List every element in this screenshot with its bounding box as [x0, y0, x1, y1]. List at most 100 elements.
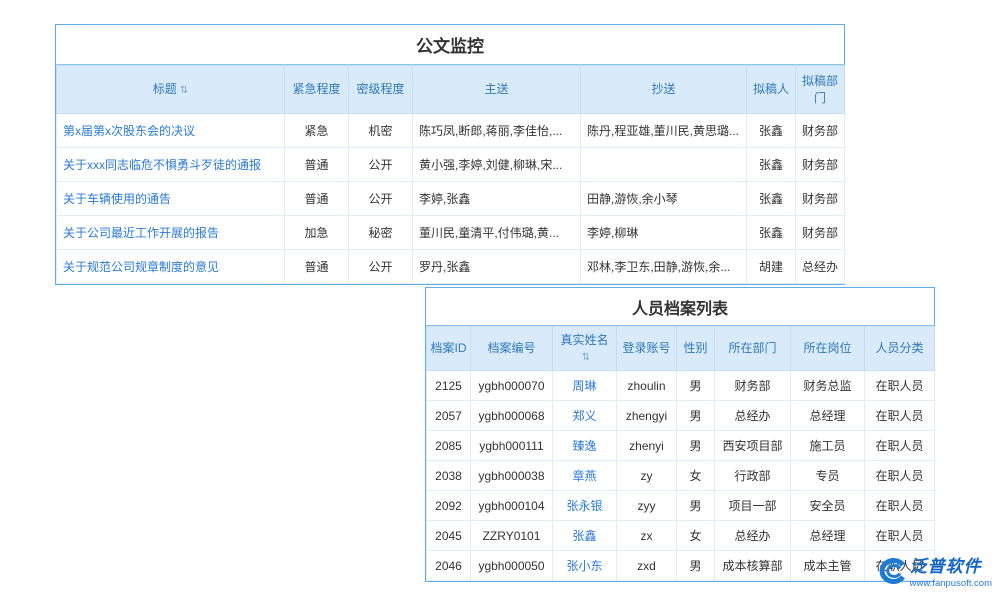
- cell-gender: 女: [677, 521, 715, 551]
- cell-title: 关于车辆使用的通告: [57, 182, 285, 216]
- doc-title-link[interactable]: 关于公司最近工作开展的报告: [63, 226, 219, 240]
- cell-drafter: 张鑫: [747, 182, 796, 216]
- cell-gender: 男: [677, 491, 715, 521]
- fanpu-logo-icon: [876, 557, 906, 590]
- cell-gender: 男: [677, 401, 715, 431]
- cell-category: 在职人员: [865, 521, 935, 551]
- person-col-account[interactable]: 登录账号: [617, 327, 677, 371]
- personnel-title: 人员档案列表: [426, 288, 934, 326]
- cell-name: 臻逸: [553, 431, 617, 461]
- cell-cc: 邓林,李卫东,田静,游恢,余...: [581, 250, 747, 284]
- personnel-header-row: 档案ID 档案编号 真实姓名⇅ 登录账号 性别 所在部门 所在岗位 人员分类: [427, 327, 935, 371]
- cell-secrecy: 机密: [349, 114, 413, 148]
- cell-draftdept: 财务部: [796, 216, 845, 250]
- cell-urgency: 普通: [285, 250, 349, 284]
- sort-icon[interactable]: ⇅: [180, 85, 188, 96]
- cell-post: 总经理: [791, 521, 865, 551]
- table-row: 2092 ygbh000104 张永银 zyy 男 项目一部 安全员 在职人员: [427, 491, 935, 521]
- cell-drafter: 张鑫: [747, 216, 796, 250]
- table-row: 第x届第x次股东会的决议 紧急 机密 陈巧凤,断郎,蒋丽,李佳怡,... 陈丹,…: [57, 114, 845, 148]
- table-row: 2125 ygbh000070 周琳 zhoulin 男 财务部 财务总监 在职…: [427, 371, 935, 401]
- doc-col-mainsend[interactable]: 主送: [413, 66, 581, 114]
- cell-account: zyy: [617, 491, 677, 521]
- person-col-gender[interactable]: 性别: [677, 327, 715, 371]
- cell-gender: 男: [677, 371, 715, 401]
- doc-col-drafter[interactable]: 拟稿人: [747, 66, 796, 114]
- person-name-link[interactable]: 张永银: [566, 499, 602, 513]
- cell-mainsend: 罗丹,张鑫: [413, 250, 581, 284]
- doc-title-link[interactable]: 第x届第x次股东会的决议: [63, 124, 195, 138]
- cell-number: ygbh000070: [471, 371, 553, 401]
- cell-post: 财务总监: [791, 371, 865, 401]
- cell-name: 郑义: [553, 401, 617, 431]
- cell-name: 张永银: [553, 491, 617, 521]
- personnel-panel: 人员档案列表 档案ID 档案编号 真实姓名⇅ 登录账号 性别 所在部门 所在岗位…: [425, 287, 935, 582]
- person-col-number[interactable]: 档案编号: [471, 327, 553, 371]
- cell-post: 成本主管: [791, 551, 865, 581]
- cell-mainsend: 黄小强,李婷,刘健,柳琳,宋...: [413, 148, 581, 182]
- person-col-id[interactable]: 档案ID: [427, 327, 471, 371]
- cell-title: 第x届第x次股东会的决议: [57, 114, 285, 148]
- cell-id: 2085: [427, 431, 471, 461]
- cell-name: 周琳: [553, 371, 617, 401]
- brand-name: 泛普软件: [910, 558, 982, 577]
- doc-col-cc[interactable]: 抄送: [581, 66, 747, 114]
- cell-id: 2038: [427, 461, 471, 491]
- cell-account: zhenyi: [617, 431, 677, 461]
- cell-dept: 财务部: [715, 371, 791, 401]
- table-row: 2045 ZZRY0101 张鑫 zx 女 总经办 总经理 在职人员: [427, 521, 935, 551]
- doc-title-link[interactable]: 关于车辆使用的通告: [63, 192, 171, 206]
- cell-number: ygbh000104: [471, 491, 553, 521]
- cell-cc: 陈丹,程亚雄,董川民,黄思璐...: [581, 114, 747, 148]
- table-row: 关于xxx同志临危不惧勇斗歹徒的通报 普通 公开 黄小强,李婷,刘健,柳琳,宋.…: [57, 148, 845, 182]
- doc-monitor-panel: 公文监控 标题⇅ 紧急程度 密级程度 主送 抄送 拟稿人 拟稿部门 第x届第x次…: [55, 24, 845, 285]
- person-name-link[interactable]: 郑义: [572, 409, 596, 423]
- person-name-link[interactable]: 周琳: [572, 379, 596, 393]
- person-name-link[interactable]: 张鑫: [572, 529, 596, 543]
- cell-draftdept: 总经办: [796, 250, 845, 284]
- cell-gender: 女: [677, 461, 715, 491]
- cell-urgency: 加急: [285, 216, 349, 250]
- cell-drafter: 胡建: [747, 250, 796, 284]
- person-name-link[interactable]: 章燕: [572, 469, 596, 483]
- doc-col-title[interactable]: 标题⇅: [57, 66, 285, 114]
- doc-col-secrecy[interactable]: 密级程度: [349, 66, 413, 114]
- cell-draftdept: 财务部: [796, 182, 845, 216]
- cell-dept: 总经办: [715, 521, 791, 551]
- person-name-link[interactable]: 臻逸: [572, 439, 596, 453]
- cell-gender: 男: [677, 431, 715, 461]
- person-col-post[interactable]: 所在岗位: [791, 327, 865, 371]
- cell-dept: 成本核算部: [715, 551, 791, 581]
- cell-category: 在职人员: [865, 461, 935, 491]
- table-row: 关于公司最近工作开展的报告 加急 秘密 董川民,童清平,付伟璐,黄... 李婷,…: [57, 216, 845, 250]
- cell-urgency: 紧急: [285, 114, 349, 148]
- cell-mainsend: 董川民,童清平,付伟璐,黄...: [413, 216, 581, 250]
- person-name-link[interactable]: 张小东: [566, 559, 602, 573]
- doc-title-link[interactable]: 关于规范公司规章制度的意见: [63, 260, 219, 274]
- doc-col-urgency[interactable]: 紧急程度: [285, 66, 349, 114]
- cell-id: 2125: [427, 371, 471, 401]
- person-col-name[interactable]: 真实姓名⇅: [553, 327, 617, 371]
- cell-account: zxd: [617, 551, 677, 581]
- cell-secrecy: 公开: [349, 148, 413, 182]
- cell-post: 施工员: [791, 431, 865, 461]
- cell-secrecy: 公开: [349, 250, 413, 284]
- fanpu-branding: 泛普软件 www.fanpusoft.com: [876, 557, 992, 590]
- doc-col-draftdept[interactable]: 拟稿部门: [796, 66, 845, 114]
- person-col-category[interactable]: 人员分类: [865, 327, 935, 371]
- cell-urgency: 普通: [285, 182, 349, 216]
- table-row: 2038 ygbh000038 章燕 zy 女 行政部 专员 在职人员: [427, 461, 935, 491]
- cell-id: 2092: [427, 491, 471, 521]
- cell-dept: 项目一部: [715, 491, 791, 521]
- cell-account: zy: [617, 461, 677, 491]
- brand-site: www.fanpusoft.com: [910, 579, 992, 589]
- person-col-dept[interactable]: 所在部门: [715, 327, 791, 371]
- cell-number: ygbh000038: [471, 461, 553, 491]
- table-row: 2046 ygbh000050 张小东 zxd 男 成本核算部 成本主管 在职人…: [427, 551, 935, 581]
- sort-icon[interactable]: ⇅: [582, 352, 590, 363]
- cell-name: 张鑫: [553, 521, 617, 551]
- doc-title-link[interactable]: 关于xxx同志临危不惧勇斗歹徒的通报: [63, 158, 261, 172]
- doc-monitor-table: 标题⇅ 紧急程度 密级程度 主送 抄送 拟稿人 拟稿部门 第x届第x次股东会的决…: [56, 65, 845, 284]
- doc-col-title-label: 标题: [153, 82, 177, 96]
- cell-title: 关于xxx同志临危不惧勇斗歹徒的通报: [57, 148, 285, 182]
